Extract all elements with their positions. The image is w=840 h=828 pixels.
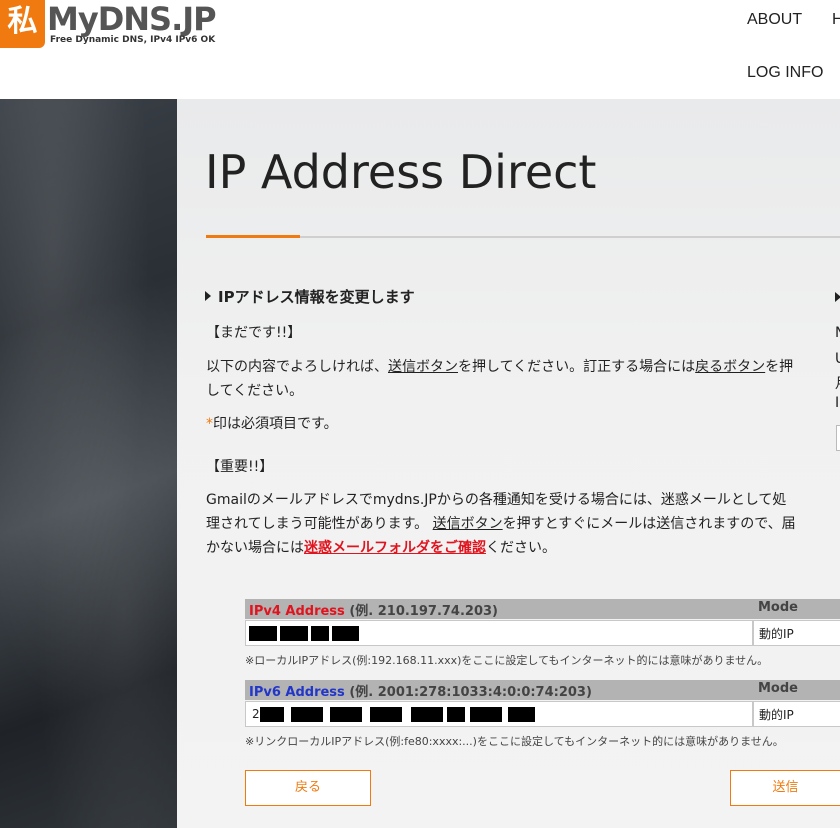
title-divider: [206, 236, 840, 238]
gmail-text-d: ください。: [486, 540, 556, 556]
redacted-block: [332, 626, 359, 641]
logo-text: MyDNS.JP: [47, 0, 217, 38]
redacted-block: [411, 707, 443, 722]
redacted-block: [330, 707, 362, 722]
gmail-send-button-link[interactable]: 送信ボタン: [433, 516, 503, 532]
ipv4-note: ※ローカルIPアドレス(例:192.168.11.xxx)をここに設定してもイン…: [245, 654, 769, 667]
section-heading: IPアドレス情報を変更します: [205, 286, 415, 307]
confirm-line-2: してください。: [206, 383, 304, 399]
gmail-line-3: かない場合には迷惑メールフォルダをご確認ください。: [206, 536, 556, 560]
ipv6-note: ※リンクローカルIPアドレス(例:fe80:xxxx:...)をここに設定しても…: [245, 735, 784, 748]
redacted-block: [447, 707, 465, 722]
ipv4-address-input[interactable]: [245, 620, 753, 646]
nav-h-clipped[interactable]: H: [832, 11, 840, 29]
confirm-text-c: を押: [765, 359, 794, 375]
send-button[interactable]: 送信: [730, 770, 840, 806]
triangle-bullet-icon: [835, 292, 840, 302]
title-divider-accent: [206, 235, 300, 238]
ipv6-label-title: IPv6 Address: [249, 685, 345, 700]
back-button-link[interactable]: 戻るボタン: [695, 359, 765, 375]
redacted-block: [370, 707, 402, 722]
gmail-text-a: 理されてしまう可能性があります。: [206, 516, 433, 532]
redacted-block: [470, 707, 502, 722]
right-column-clipped-input[interactable]: [836, 425, 840, 451]
right-column-clipped-text: I: [835, 395, 840, 411]
redacted-block: [280, 626, 308, 641]
important-heading: 【重要!!】: [206, 459, 274, 475]
gmail-text-b: を押すとすぐにメールは送信されますので、届: [502, 516, 796, 532]
triangle-bullet-icon: [205, 291, 211, 301]
side-background-image: [0, 99, 177, 828]
site-logo[interactable]: 私 MyDNS.JP Free Dynamic DNS, IPv4 IPv6 O…: [0, 0, 217, 50]
confirm-text-b: を押してください。訂正する場合には: [458, 359, 696, 375]
right-column-clipped-text: U: [835, 351, 840, 367]
back-button[interactable]: 戻る: [245, 770, 371, 806]
nav-log-info[interactable]: LOG INFO: [747, 64, 823, 82]
confirm-line-1: 以下の内容でよろしければ、送信ボタンを押してください。訂正する場合には戻るボタン…: [206, 355, 793, 379]
ipv4-header-row: IPv4 Address (例. 210.197.74.203) Mode: [245, 599, 840, 619]
right-column-clipped-text: 月: [835, 373, 840, 393]
section-heading-text: IPアドレス情報を変更します: [218, 288, 415, 306]
redacted-block: [508, 707, 535, 722]
ipv6-label: IPv6 Address (例. 2001:278:1033:4:0:0:74:…: [249, 681, 592, 700]
ipv4-mode-field[interactable]: 動的IP: [753, 620, 840, 646]
ipv6-mode-value: 動的IP: [759, 708, 794, 722]
ipv6-mode-field[interactable]: 動的IP: [753, 701, 840, 727]
required-note: *印は必須項目です。: [206, 412, 338, 436]
logo-mark-icon: 私: [0, 0, 45, 48]
right-column-clipped-text: N: [835, 325, 840, 341]
confirm-text-a: 以下の内容でよろしければ、: [206, 359, 388, 375]
site-header: 私 MyDNS.JP Free Dynamic DNS, IPv4 IPv6 O…: [0, 0, 840, 99]
send-button-link[interactable]: 送信ボタン: [388, 359, 458, 375]
ipv4-label-title: IPv4 Address: [249, 604, 345, 619]
gmail-line-2: 理されてしまう可能性があります。 送信ボタンを押すとすぐにメールは送信されますの…: [206, 512, 796, 536]
redacted-block: [311, 626, 329, 641]
logo-tagline: Free Dynamic DNS, IPv4 IPv6 OK: [50, 35, 216, 45]
nav-about[interactable]: ABOUT: [747, 11, 802, 29]
ipv6-value-prefix: 2: [252, 707, 260, 721]
ipv6-mode-header: Mode: [758, 681, 798, 696]
ipv4-mode-header: Mode: [758, 600, 798, 615]
redacted-block: [249, 626, 277, 641]
status-text: 【まだです!!】: [206, 325, 302, 341]
spam-folder-link[interactable]: 迷惑メールフォルダをご確認: [304, 540, 486, 556]
ipv4-label: IPv4 Address (例. 210.197.74.203): [249, 600, 498, 619]
gmail-text-c: かない場合には: [206, 540, 304, 556]
redacted-block: [291, 707, 323, 722]
gmail-line-1: Gmailのメールアドレスでmydns.JPからの各種通知を受ける場合には、迷惑…: [206, 492, 787, 508]
ipv6-address-input[interactable]: 2: [245, 701, 753, 727]
redacted-block: [260, 707, 284, 722]
required-star: *: [206, 416, 213, 432]
required-note-text: 印は必須項目です。: [213, 416, 338, 432]
ipv6-header-row: IPv6 Address (例. 2001:278:1033:4:0:0:74:…: [245, 680, 840, 700]
page-title: IP Address Direct: [205, 145, 597, 199]
ipv4-mode-value: 動的IP: [759, 627, 794, 641]
main-panel: IP Address Direct IPアドレス情報を変更します 【まだです!!…: [177, 99, 840, 828]
ipv4-label-example: (例. 210.197.74.203): [344, 604, 498, 619]
ipv6-label-example: (例. 2001:278:1033:4:0:0:74:203): [344, 685, 592, 700]
